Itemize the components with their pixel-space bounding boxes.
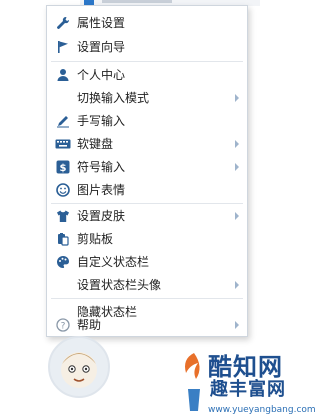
submenu-arrow-icon: [235, 140, 239, 148]
menu-item-handwriting[interactable]: 手写输入: [47, 110, 247, 132]
menu-item-label: 设置状态栏头像: [77, 278, 162, 292]
palette-icon: [55, 254, 71, 270]
watermark-name-secondary: 趣丰富网: [210, 379, 286, 400]
submenu-arrow-icon: [235, 281, 239, 289]
menu-item-properties[interactable]: 属性设置: [47, 12, 247, 34]
menu-separator: [51, 61, 243, 62]
svg-text:$: $: [60, 163, 67, 174]
menu-item-label: 软键盘: [77, 137, 114, 151]
watermark: 酷知网 趣丰富网 www.yueyangbang.com: [178, 345, 334, 420]
submenu-arrow-icon: [235, 321, 239, 329]
avatar[interactable]: [48, 336, 110, 398]
menu-item-label: 自定义状态栏: [77, 255, 150, 269]
pen-icon: [55, 113, 71, 129]
menu-item-statusbar-avatar[interactable]: 设置状态栏头像: [47, 274, 247, 296]
menu-item-setup-wizard[interactable]: 设置向导: [47, 36, 247, 58]
menu-item-label: 切换输入模式: [77, 91, 150, 105]
menu-separator: [51, 298, 243, 299]
menu-item-set-skin[interactable]: 设置皮肤: [47, 205, 247, 227]
person-icon: [55, 67, 71, 83]
menu-item-label: 帮助: [77, 318, 102, 332]
watermark-logo-icon: [185, 353, 200, 411]
menu-item-soft-keyboard[interactable]: 软键盘: [47, 133, 247, 155]
menu-item-custom-statusbar[interactable]: 自定义状态栏: [47, 251, 247, 273]
menu-item-label: 属性设置: [77, 16, 126, 30]
menu-item-switch-input-mode[interactable]: 切换输入模式: [47, 87, 247, 109]
watermark-url: www.yueyangbang.com: [208, 405, 316, 415]
clipboard-icon: [55, 231, 71, 247]
dollar-icon: $: [55, 159, 71, 175]
menu-item-label: 个人中心: [77, 68, 126, 82]
menu-separator: [51, 203, 243, 204]
menu-item-label: 符号输入: [77, 160, 126, 174]
submenu-arrow-icon: [235, 212, 239, 220]
flag-icon: [55, 39, 71, 55]
menu-item-label: 设置向导: [77, 40, 126, 54]
avatar-icon: [61, 352, 97, 388]
menu-item-label: 手写输入: [77, 114, 126, 128]
menu-item-clipboard[interactable]: 剪贴板: [47, 228, 247, 250]
menu-item-label: 设置皮肤: [77, 209, 126, 223]
menu-item-help[interactable]: ? 帮助: [47, 314, 247, 336]
keyboard-icon: [55, 136, 71, 152]
help-icon: ?: [55, 317, 71, 333]
background-window-title: [102, 0, 172, 3]
wrench-icon: [55, 15, 71, 31]
submenu-arrow-icon: [235, 94, 239, 102]
context-menu: 属性设置 设置向导 个人中心 切换输入模式 手写输入 软键盘 $ 符号输入 图片…: [46, 5, 248, 337]
menu-item-label: 剪贴板: [77, 232, 114, 246]
smiley-icon: [55, 182, 71, 198]
svg-text:?: ?: [61, 322, 66, 332]
menu-item-picture-emoji[interactable]: 图片表情: [47, 179, 247, 201]
menu-item-label: 图片表情: [77, 183, 126, 197]
menu-item-symbol-input[interactable]: $ 符号输入: [47, 156, 247, 178]
submenu-arrow-icon: [235, 163, 239, 171]
menu-item-personal-center[interactable]: 个人中心: [47, 64, 247, 86]
tshirt-icon: [55, 208, 71, 224]
